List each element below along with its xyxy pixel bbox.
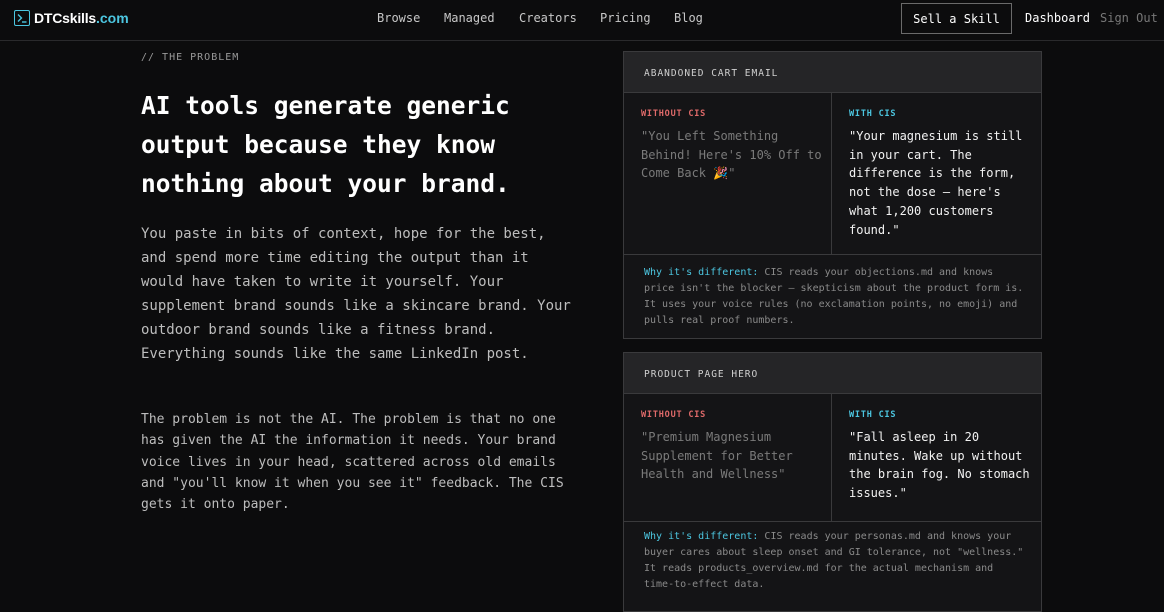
problem-paragraph: The problem is not the AI. The problem i… bbox=[141, 412, 564, 513]
with-cis-text: "Fall asleep in 20 minutes. Wake up with… bbox=[849, 430, 1030, 501]
without-cis-label: WITHOUT CIS bbox=[641, 109, 707, 119]
terminal-icon bbox=[14, 10, 30, 26]
logo-tld: .com bbox=[96, 10, 129, 26]
card-title: ABANDONED CART EMAIL bbox=[624, 52, 1041, 93]
with-cis-label: WITH CIS bbox=[849, 410, 897, 420]
nav-link-blog[interactable]: Blog bbox=[674, 11, 703, 25]
logo[interactable]: DTCskills .com bbox=[14, 8, 129, 28]
section-headline: AI tools generate generic output because… bbox=[141, 91, 510, 198]
nav-link-pricing[interactable]: Pricing bbox=[600, 11, 651, 25]
sell-skill-button[interactable]: Sell a Skill bbox=[901, 3, 1012, 34]
why-different-note: Why it's different: CIS reads your objec… bbox=[644, 265, 1029, 329]
card-title: PRODUCT PAGE HERO bbox=[624, 353, 1041, 394]
without-cis-text: "Premium Magnesium Supplement for Better… bbox=[641, 430, 793, 482]
section-eyebrow: // THE PROBLEM bbox=[141, 52, 240, 63]
nav-link-creators[interactable]: Creators bbox=[519, 11, 577, 25]
nav-link-browse[interactable]: Browse bbox=[377, 11, 420, 25]
logo-text: DTCskills bbox=[34, 10, 96, 26]
without-cis-column: WITHOUT CIS "Premium Magnesium Supplemen… bbox=[624, 394, 832, 521]
with-cis-text: "Your magnesium is still in your cart. T… bbox=[849, 129, 1023, 237]
comparison-columns: WITHOUT CIS "Premium Magnesium Supplemen… bbox=[624, 394, 1041, 522]
sign-out-link[interactable]: Sign Out bbox=[1100, 11, 1158, 25]
without-cis-text: "You Left Something Behind! Here's 10% O… bbox=[641, 129, 822, 181]
without-cis-column: WITHOUT CIS "You Left Something Behind! … bbox=[624, 93, 832, 254]
intro-paragraph: You paste in bits of context, hope for t… bbox=[141, 226, 571, 362]
why-different-note: Why it's different: CIS reads your perso… bbox=[644, 529, 1029, 593]
why-different-label: Why it's different: bbox=[644, 531, 759, 542]
with-cis-column: WITH CIS "Fall asleep in 20 minutes. Wak… bbox=[832, 394, 1041, 521]
comparison-card-abandoned-cart: ABANDONED CART EMAIL WITHOUT CIS "You Le… bbox=[623, 51, 1042, 339]
top-nav: DTCskills .com Browse Managed Creators Pr… bbox=[0, 0, 1164, 41]
without-cis-label: WITHOUT CIS bbox=[641, 410, 707, 420]
comparison-card-product-hero: PRODUCT PAGE HERO WITHOUT CIS "Premium M… bbox=[623, 352, 1042, 612]
with-cis-column: WITH CIS "Your magnesium is still in you… bbox=[832, 93, 1041, 254]
comparison-columns: WITHOUT CIS "You Left Something Behind! … bbox=[624, 93, 1041, 255]
why-different-label: Why it's different: bbox=[644, 267, 759, 278]
dashboard-link[interactable]: Dashboard bbox=[1025, 11, 1090, 25]
nav-link-managed[interactable]: Managed bbox=[444, 11, 495, 25]
with-cis-label: WITH CIS bbox=[849, 109, 897, 119]
